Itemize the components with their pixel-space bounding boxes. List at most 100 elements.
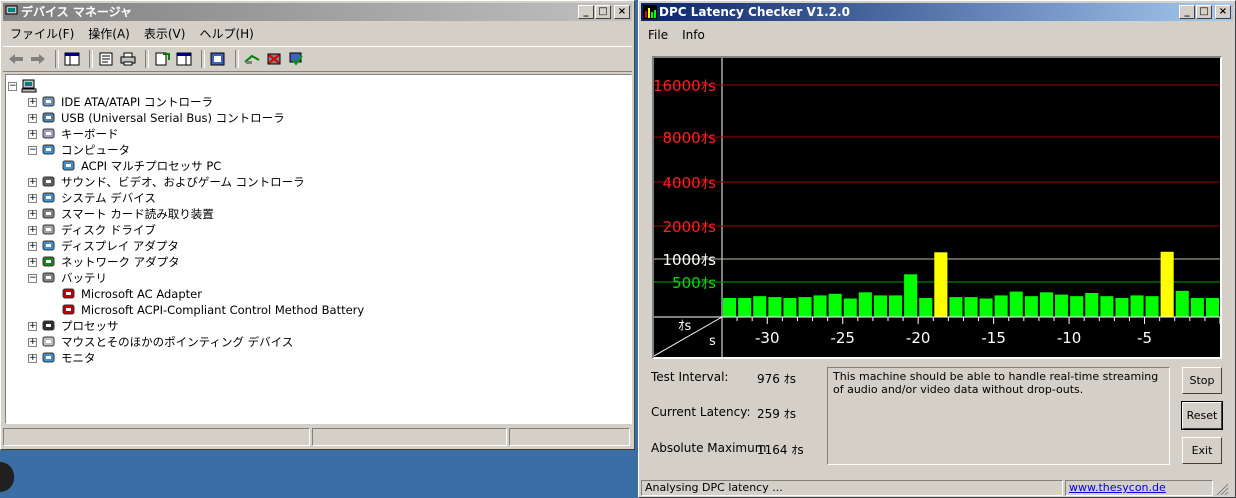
console-tree-icon[interactable] xyxy=(63,50,81,68)
close-button[interactable]: × xyxy=(614,5,630,19)
collapse-toggle[interactable]: − xyxy=(28,145,37,155)
latency-bar xyxy=(979,298,993,317)
latency-bar xyxy=(1055,294,1069,317)
latency-bar xyxy=(1039,292,1053,317)
resize-grip-icon[interactable] xyxy=(1215,482,1229,496)
expand-toggle[interactable]: + xyxy=(28,353,37,363)
tree-item[interactable]: + スマート カード読み取り装置 xyxy=(28,206,214,222)
tree-item[interactable]: + キーボード xyxy=(28,126,119,142)
expand-toggle[interactable]: + xyxy=(28,241,37,251)
tree-item[interactable]: − バッテリ xyxy=(28,270,107,286)
expand-toggle[interactable]: + xyxy=(28,321,37,331)
forward-arrow-icon[interactable] xyxy=(29,50,47,68)
expand-toggle[interactable]: + xyxy=(28,97,37,107)
y-tick-label: 4000ｵs xyxy=(663,174,717,192)
menu-file[interactable]: ファイル(F) xyxy=(3,25,81,42)
device-icon xyxy=(41,207,57,221)
scan-hardware-icon[interactable] xyxy=(209,50,227,68)
tree-item[interactable]: + システム デバイス xyxy=(28,190,156,206)
maximize-button[interactable]: □ xyxy=(595,5,611,19)
back-arrow-icon[interactable] xyxy=(7,50,25,68)
dpc-title: DPC Latency Checker V1.2.0 xyxy=(659,5,850,19)
device-tree[interactable]: − + IDE ATA/ATAPI コントローラ + USB (Universal S… xyxy=(5,74,632,424)
device-icon xyxy=(41,255,57,269)
latency-bar xyxy=(904,274,918,317)
tree-item[interactable]: + ディスプレイ アダプタ xyxy=(28,238,179,254)
latency-bar xyxy=(949,297,963,317)
latency-bar xyxy=(873,295,887,317)
exit-button[interactable]: Exit xyxy=(1182,437,1222,464)
x-tick-label: -30 xyxy=(755,329,780,347)
current-latency-value: 259 ｵs xyxy=(757,407,796,421)
latency-chart-svg: 16000ｵs 8000ｵs 4000ｵs 2000ｵs 1000ｵs 500ｵs -30 -… xyxy=(653,58,1221,357)
tree-item[interactable]: + サウンド、ビデオ、およびゲーム コントローラ xyxy=(28,174,305,190)
tree-item[interactable]: + USB (Universal Serial Bus) コントローラ xyxy=(28,110,285,126)
expand-toggle[interactable]: + xyxy=(28,129,37,139)
toolbar-separator xyxy=(89,50,93,68)
minimize-button[interactable]: _ xyxy=(578,5,594,19)
tree-item[interactable]: Microsoft ACPI-Compliant Control Method … xyxy=(48,302,364,318)
tree-item-label: バッテリ xyxy=(61,271,107,285)
tree-item[interactable]: + ネットワーク アダプタ xyxy=(28,254,180,270)
menu-action[interactable]: 操作(A) xyxy=(81,25,137,42)
tree-item-label: Microsoft AC Adapter xyxy=(81,287,202,301)
tree-item[interactable]: − コンピュータ xyxy=(28,142,130,158)
tree-item-label: コンピュータ xyxy=(61,143,130,157)
export-list-icon[interactable] xyxy=(153,50,171,68)
tree-root[interactable]: − xyxy=(8,78,41,94)
tree-item[interactable]: + プロセッサ xyxy=(28,318,119,334)
expand-toggle[interactable]: + xyxy=(28,225,37,235)
tree-item-label: プロセッサ xyxy=(61,319,119,333)
expand-toggle[interactable]: + xyxy=(28,257,37,267)
tree-item-label: キーボード xyxy=(61,127,119,141)
y-axis-unit-label: ｵs xyxy=(678,319,692,334)
latency-bar xyxy=(1100,296,1114,317)
website-link[interactable]: www.thesycon.de xyxy=(1069,481,1166,494)
device-icon xyxy=(41,319,57,333)
status-panel xyxy=(312,428,507,446)
uninstall-icon[interactable] xyxy=(265,50,283,68)
dpc-titlebar[interactable]: DPC Latency Checker V1.2.0 _ □ × xyxy=(641,3,1233,21)
website-link-panel: www.thesycon.de xyxy=(1065,480,1213,496)
stop-button[interactable]: Stop xyxy=(1182,367,1222,394)
menu-help[interactable]: ヘルプ(H) xyxy=(192,25,260,42)
update-driver-icon[interactable] xyxy=(243,50,261,68)
tree-item[interactable]: ACPI マルチプロセッサ PC xyxy=(48,158,221,174)
maximize-button[interactable]: □ xyxy=(1196,5,1212,19)
reset-button[interactable]: Reset xyxy=(1181,401,1223,430)
device-icon xyxy=(41,143,57,157)
help-pane-icon[interactable] xyxy=(175,50,193,68)
status-panel xyxy=(3,428,310,446)
enable-device-icon[interactable] xyxy=(287,50,305,68)
tree-item[interactable]: Microsoft AC Adapter xyxy=(48,286,202,302)
collapse-toggle[interactable]: − xyxy=(8,81,17,91)
menu-file[interactable]: File xyxy=(641,28,675,42)
expand-toggle[interactable]: + xyxy=(28,209,37,219)
tree-item[interactable]: + ディスク ドライブ xyxy=(28,222,156,238)
latency-bar xyxy=(1205,298,1219,317)
desktop-background xyxy=(0,450,638,498)
menu-view[interactable]: 表示(V) xyxy=(137,25,193,42)
latency-bar xyxy=(934,252,948,317)
tree-item[interactable]: + マウスとそのほかのポインティング デバイス xyxy=(28,334,293,350)
taskbar-app-icon[interactable] xyxy=(0,462,14,492)
tree-item[interactable]: + モニタ xyxy=(28,350,96,366)
properties-icon[interactable] xyxy=(97,50,115,68)
computer-icon xyxy=(5,5,19,19)
expand-toggle[interactable]: + xyxy=(28,113,37,123)
device-icon xyxy=(41,191,57,205)
expand-toggle[interactable]: + xyxy=(28,337,37,347)
print-icon[interactable] xyxy=(119,50,137,68)
menu-info[interactable]: Info xyxy=(675,28,712,42)
tree-item[interactable]: + IDE ATA/ATAPI コントローラ xyxy=(28,94,213,110)
device-icon xyxy=(41,351,57,365)
device-manager-titlebar[interactable]: デバイス マネージャ _ □ × xyxy=(3,3,632,21)
latency-bar xyxy=(783,298,797,317)
close-button[interactable]: × xyxy=(1215,5,1231,19)
device-icon xyxy=(41,111,57,125)
collapse-toggle[interactable]: − xyxy=(28,273,37,283)
expand-toggle[interactable]: + xyxy=(28,177,37,187)
minimize-button[interactable]: _ xyxy=(1179,5,1195,19)
expand-toggle[interactable]: + xyxy=(28,193,37,203)
latency-bar xyxy=(723,298,737,317)
